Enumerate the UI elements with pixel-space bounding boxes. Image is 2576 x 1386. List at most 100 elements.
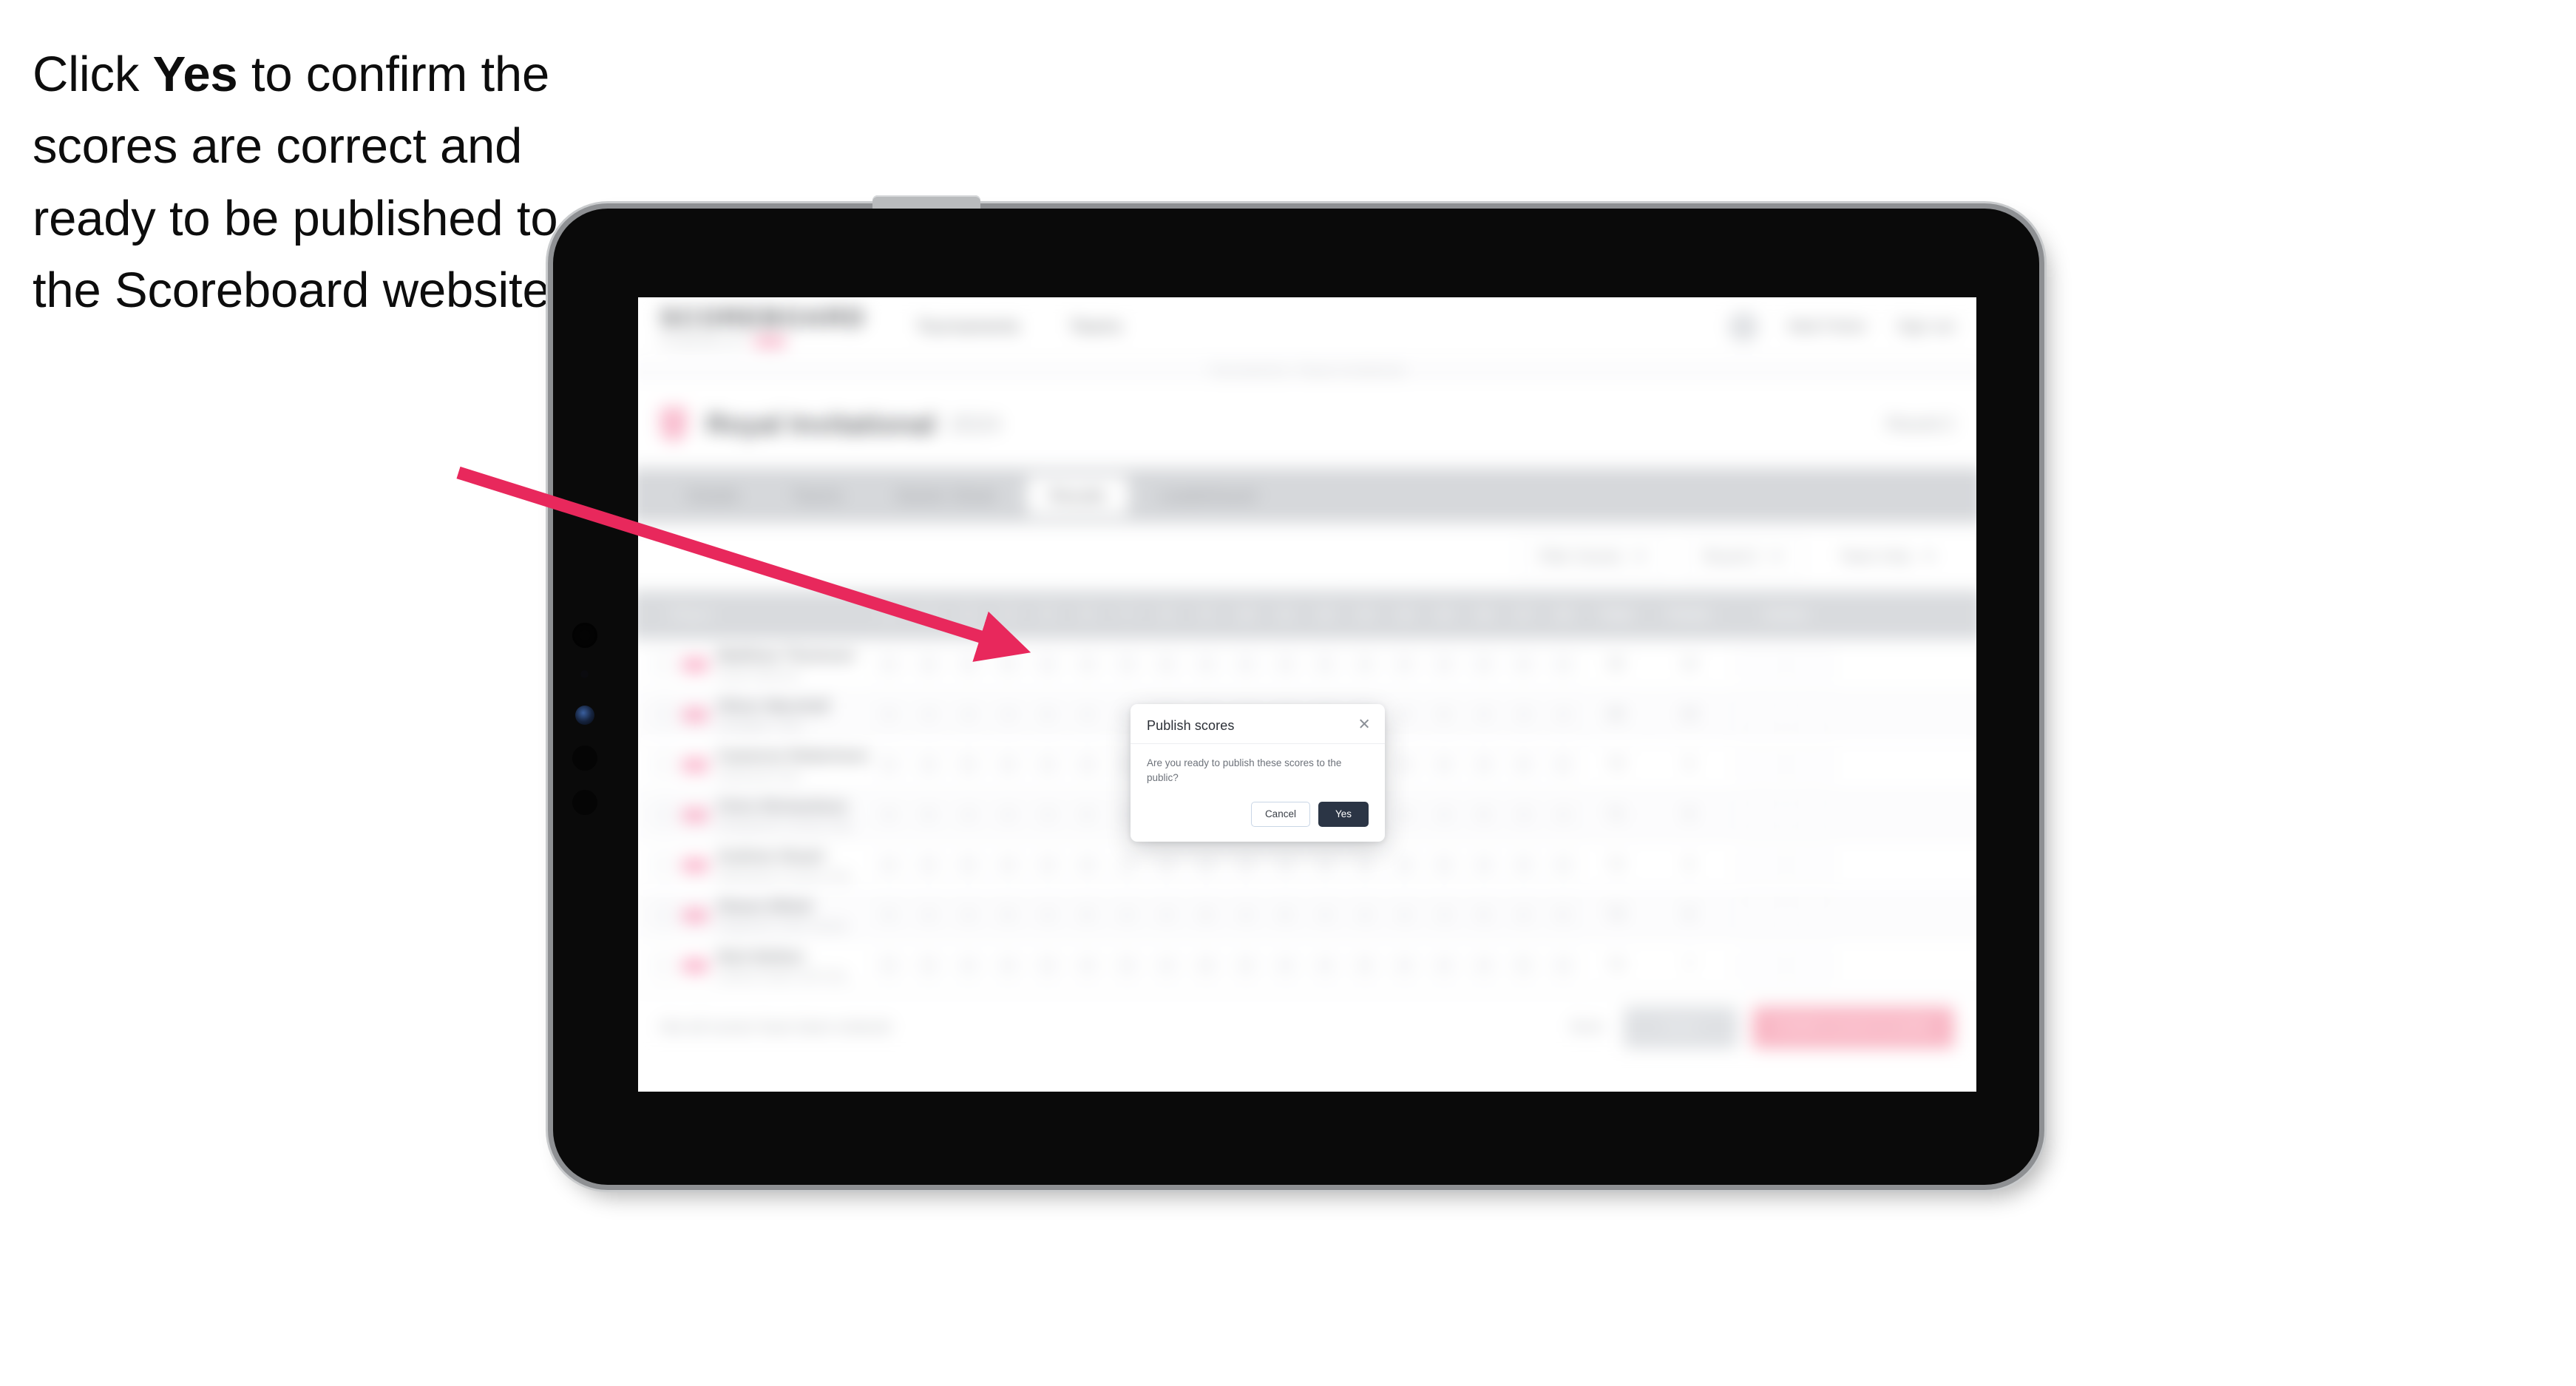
row-checkbox[interactable] xyxy=(654,905,674,925)
cell-hole-score[interactable]: 3 xyxy=(1425,640,1465,689)
cell-hole-score[interactable]: 5 xyxy=(989,890,1028,940)
cell-hole-score[interactable]: 5 xyxy=(1425,689,1465,740)
cell-hole-score[interactable]: 4 xyxy=(1385,640,1425,689)
cell-hole-score[interactable]: 4 xyxy=(1504,740,1544,790)
cell-hole-score[interactable]: 5 xyxy=(1028,689,1068,740)
cell-hole-score[interactable]: 4 xyxy=(1346,890,1386,940)
table-row[interactable]: Andrew Stuart Willowbank Country Club 4 5 5 4… xyxy=(638,840,1976,891)
cell-hole-score[interactable]: 4 xyxy=(1028,890,1068,940)
table-row[interactable]: Shane Elliott Kingsmere Links Course 5 4 4 5 4… xyxy=(638,890,1976,941)
cell-hole-score[interactable]: 4 xyxy=(1147,940,1187,990)
device-power-button[interactable] xyxy=(872,195,980,209)
tab-starter-sheet[interactable]: Starter Sheet xyxy=(872,476,1019,515)
cell-hole-score[interactable]: 4 xyxy=(1068,689,1108,740)
round-select[interactable]: Round 2 xyxy=(1682,538,1804,576)
cell-hole-score[interactable]: 4 xyxy=(989,940,1028,990)
account-name[interactable]: Matt Fisher xyxy=(1789,317,1867,335)
cell-hole-score[interactable]: 4 xyxy=(1068,640,1108,689)
cell-hole-score[interactable]: 4 xyxy=(1306,940,1346,990)
brand-logo[interactable]: SCOREBOARD POWERED BY xyxy=(660,305,885,348)
cell-hole-score[interactable]: 4 xyxy=(949,790,989,840)
cell-hole-score[interactable]: 5 xyxy=(1306,640,1346,689)
cell-hole-score[interactable]: 5 xyxy=(1504,940,1544,990)
table-row[interactable]: Nick Bolton Ashford Heath Golf Club 5 5 4 4 5 4… xyxy=(638,940,1976,991)
cell-hole-score[interactable]: 4 xyxy=(870,740,909,790)
cell-hole-score[interactable]: 4 xyxy=(1544,689,1584,740)
cell-hole-score[interactable]: 5 xyxy=(1068,890,1108,940)
row-action-button[interactable] xyxy=(1738,853,1784,877)
row-action-button[interactable] xyxy=(1738,703,1784,727)
cell-hole-score[interactable]: 4 xyxy=(1425,940,1465,990)
tab-results[interactable]: Results xyxy=(1026,475,1129,515)
cell-hole-score[interactable]: 5 xyxy=(870,790,909,840)
cell-hole-score[interactable]: 5 xyxy=(909,840,949,890)
cell-hole-score[interactable]: 4 xyxy=(1306,890,1346,940)
cell-hole-score[interactable]: 4 xyxy=(870,840,909,890)
cell-hole-score[interactable]: 3 xyxy=(949,640,989,689)
cell-hole-score[interactable]: 3 xyxy=(989,689,1028,740)
row-action-button[interactable] xyxy=(1788,703,1834,727)
cell-hole-score[interactable]: 4 xyxy=(909,689,949,740)
cell-hole-score[interactable]: 4 xyxy=(1108,890,1148,940)
cell-hole-score[interactable]: 5 xyxy=(1147,640,1187,689)
cell-hole-score[interactable]: 3 xyxy=(1504,689,1544,740)
cell-hole-score[interactable]: 5 xyxy=(949,740,989,790)
cell-hole-score[interactable]: 4 xyxy=(989,840,1028,890)
cell-hole-score[interactable]: 4 xyxy=(1227,890,1267,940)
cell-hole-score[interactable]: 5 xyxy=(1227,940,1267,990)
cell-hole-score[interactable]: 5 xyxy=(870,940,909,990)
cancel-button[interactable]: Cancel xyxy=(1250,801,1310,827)
cell-hole-score[interactable]: 6 xyxy=(1187,940,1227,990)
cell-hole-score[interactable]: 4 xyxy=(989,790,1028,840)
nav-item-tournaments[interactable]: Tournaments xyxy=(916,316,1020,337)
cell-hole-score[interactable]: 4 xyxy=(1346,640,1386,689)
cell-hole-score[interactable]: 5 xyxy=(1028,640,1068,689)
cell-hole-score[interactable]: 6 xyxy=(1187,840,1227,890)
cell-hole-score[interactable]: 3 xyxy=(1266,640,1306,689)
cell-hole-score[interactable]: 5 xyxy=(909,790,949,840)
tab-details[interactable]: Details xyxy=(665,476,762,515)
cell-hole-score[interactable]: 3 xyxy=(1108,640,1148,689)
cell-hole-score[interactable]: 5 xyxy=(1385,740,1425,790)
cell-hole-score[interactable]: 4 xyxy=(1504,640,1544,689)
cell-hole-score[interactable]: 4 xyxy=(909,890,949,940)
cell-hole-score[interactable]: 4 xyxy=(909,740,949,790)
cell-hole-score[interactable]: 4 xyxy=(1385,790,1425,840)
cell-hole-score[interactable]: 4 xyxy=(1227,640,1267,689)
cell-hole-score[interactable]: 4 xyxy=(1465,840,1505,890)
cell-hole-score[interactable]: 5 xyxy=(1147,840,1187,890)
cell-hole-score[interactable]: 4 xyxy=(949,689,989,740)
cell-hole-score[interactable]: 4 xyxy=(949,890,989,940)
sign-out-link[interactable]: Sign out xyxy=(1897,317,1954,335)
cell-hole-score[interactable]: 4 xyxy=(949,940,989,990)
cell-hole-score[interactable]: 5 xyxy=(1425,840,1465,890)
cell-hole-score[interactable]: 3 xyxy=(1504,790,1544,840)
cell-hole-score[interactable]: 5 xyxy=(1068,790,1108,840)
close-icon[interactable] xyxy=(1357,717,1371,731)
cell-hole-score[interactable]: 4 xyxy=(1544,840,1584,890)
row-checkbox[interactable] xyxy=(654,956,674,976)
tab-leaderboard[interactable]: Leaderboard xyxy=(1136,476,1279,515)
cell-hole-score[interactable]: 5 xyxy=(1108,940,1148,990)
cell-hole-score[interactable]: 4 xyxy=(989,640,1028,689)
nav-item-teams[interactable]: Teams xyxy=(1069,316,1122,337)
row-action-button[interactable] xyxy=(1738,953,1784,978)
cell-hole-score[interactable]: 4 xyxy=(870,640,909,689)
table-row[interactable]: Matthew Thomson Royal Oakmont 4 5 3 4 5 4 3 5 4 4 3 5… xyxy=(638,640,1976,690)
row-action-button[interactable] xyxy=(1738,752,1784,777)
row-checkbox[interactable] xyxy=(654,855,674,875)
cell-hole-score[interactable]: 5 xyxy=(909,640,949,689)
tab-teams[interactable]: Teams xyxy=(770,476,865,515)
cell-hole-score[interactable]: 4 xyxy=(1266,840,1306,890)
row-action-button[interactable] xyxy=(1788,752,1834,777)
row-action-button[interactable] xyxy=(1788,802,1834,828)
cell-hole-score[interactable]: 4 xyxy=(1504,890,1544,940)
cell-hole-score[interactable]: 4 xyxy=(1465,940,1505,990)
cell-hole-score[interactable]: 3 xyxy=(1108,840,1148,890)
publish-scores-button[interactable]: Publish scores to public xyxy=(1752,1006,1955,1049)
cell-hole-score[interactable]: 5 xyxy=(909,940,949,990)
row-checkbox[interactable] xyxy=(654,805,674,825)
cell-hole-score[interactable]: 5 xyxy=(1346,940,1386,990)
row-action-button[interactable] xyxy=(1788,953,1834,978)
cell-hole-score[interactable]: 4 xyxy=(1385,940,1425,990)
